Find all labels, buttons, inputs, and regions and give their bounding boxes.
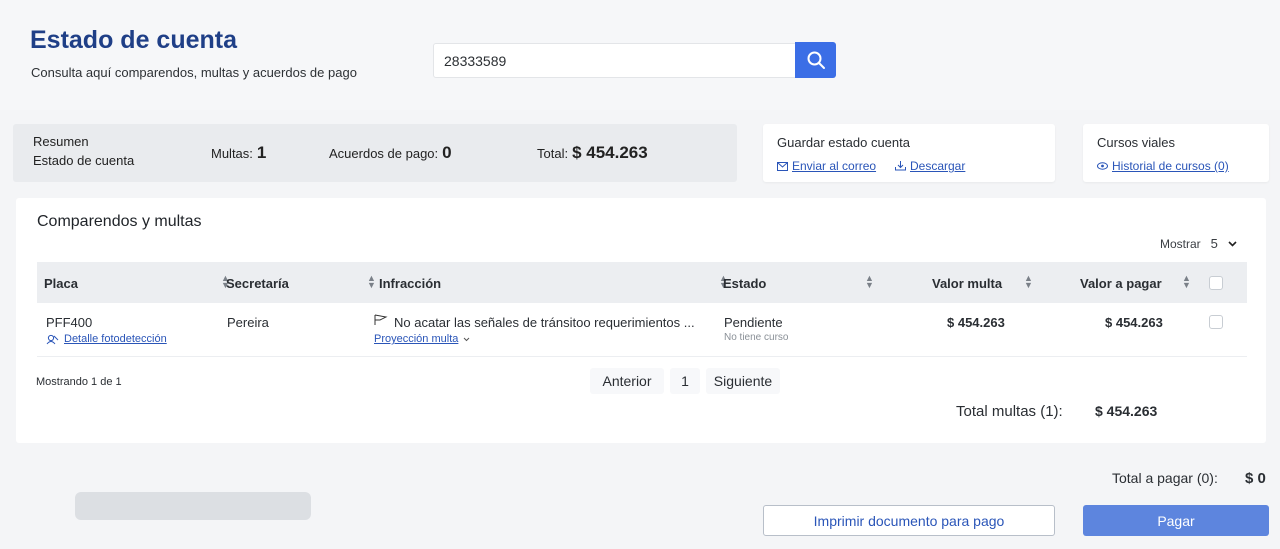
flag-icon: [374, 314, 388, 325]
proyeccion-dropdown[interactable]: Proyección multa: [374, 333, 470, 345]
current-page-button[interactable]: 1: [670, 368, 700, 394]
email-link-row[interactable]: Enviar al correo: [777, 159, 876, 173]
total-label: Total:: [537, 146, 569, 161]
proyeccion-link[interactable]: Proyección multa: [374, 333, 458, 345]
courses-link-row[interactable]: Historial de cursos (0): [1097, 159, 1229, 173]
page-title: Estado de cuenta: [30, 26, 237, 54]
cell-estado-sub: No tiene curso: [724, 332, 789, 343]
next-page-button[interactable]: Siguiente: [706, 368, 780, 394]
multas-value: 1: [256, 143, 267, 162]
chevron-down-icon: [1228, 240, 1237, 247]
summary-panel: Resumen Estado de cuenta Multas: 1 Acuerd…: [13, 124, 737, 182]
row-divider: [37, 356, 1247, 357]
courses-history-link[interactable]: Historial de cursos (0): [1112, 159, 1229, 173]
show-value: 5: [1210, 236, 1218, 251]
cell-secretaria: Pereira: [227, 315, 269, 330]
page-size-select[interactable]: Mostrar 5: [1160, 236, 1237, 251]
sort-secretaria-icon[interactable]: ▲ ▼: [367, 274, 376, 290]
show-label: Mostrar: [1160, 236, 1201, 251]
search-icon: [807, 51, 825, 69]
camera-person-icon: [46, 334, 59, 344]
download-link-row[interactable]: Descargar: [895, 159, 965, 173]
table-header: Placa ▲ ▼ Secretaría ▲ ▼ Infracción ▲ ▼ Est…: [37, 262, 1247, 303]
pay-button[interactable]: Pagar: [1083, 505, 1269, 536]
acuerdos-value: 0: [442, 143, 452, 162]
prev-page-button[interactable]: Anterior: [590, 368, 664, 394]
cell-valor-pagar: $ 454.263: [1105, 315, 1163, 330]
download-link[interactable]: Descargar: [910, 159, 965, 173]
row-checkbox[interactable]: [1209, 315, 1223, 329]
eye-icon: [1097, 162, 1108, 170]
cell-infraccion: No acatar las señales de tránsitoo reque…: [394, 315, 695, 330]
col-placa[interactable]: Placa: [44, 276, 78, 291]
placeholder-bar: [75, 492, 311, 520]
summary-sublabel: Estado de cuenta: [33, 153, 135, 168]
col-secretaria[interactable]: Secretaría: [226, 276, 289, 291]
search-button[interactable]: [795, 42, 836, 78]
search-input[interactable]: [434, 44, 795, 77]
sort-valor-multa-icon[interactable]: ▲ ▼: [1024, 274, 1033, 290]
total-multas-value: $ 454.263: [1095, 403, 1158, 419]
col-valor-multa[interactable]: Valor multa: [932, 276, 1002, 291]
multas-count: Multas: 1: [211, 143, 266, 163]
detalle-link-row[interactable]: Detalle fotodetección: [46, 333, 167, 345]
summary-total: Total: $ 454.263: [537, 143, 648, 163]
courses-title: Cursos viales: [1097, 135, 1176, 150]
acuerdos-count: Acuerdos de pago: 0: [329, 143, 452, 163]
total-pay-label: Total a pagar (0):: [1112, 470, 1218, 486]
search-box: [433, 43, 796, 78]
detalle-link[interactable]: Detalle fotodetección: [64, 333, 167, 345]
save-account-title: Guardar estado cuenta: [777, 135, 910, 150]
showing-count: Mostrando 1 de 1: [36, 376, 122, 388]
summary-label: Resumen: [33, 134, 89, 149]
cell-valor-multa: $ 454.263: [947, 315, 1005, 330]
total-pay-value: $ 0: [1245, 470, 1266, 487]
sort-estado-icon[interactable]: ▲ ▼: [865, 274, 874, 290]
page-subtitle: Consulta aquí comparendos, multas y acue…: [31, 65, 357, 80]
col-valor-pagar[interactable]: Valor a pagar: [1080, 276, 1162, 291]
total-multas-label: Total multas (1):: [956, 403, 1063, 420]
section-title: Comparendos y multas: [37, 213, 202, 230]
cell-estado: Pendiente: [724, 315, 783, 330]
print-button[interactable]: Imprimir documento para pago: [763, 505, 1055, 536]
comparendos-card: Comparendos y multas Mostrar 5 Placa ▲ ▼ …: [16, 198, 1266, 443]
cell-placa: PFF400: [46, 315, 93, 330]
mail-icon: [777, 161, 788, 171]
sort-valor-pagar-icon[interactable]: ▲ ▼: [1182, 274, 1191, 290]
chevron-down-icon: [464, 337, 470, 341]
select-all-checkbox[interactable]: [1209, 276, 1223, 290]
save-account-card: Guardar estado cuenta Enviar al correo D…: [763, 124, 1055, 182]
total-value: $ 454.263: [572, 143, 648, 162]
multas-label: Multas:: [211, 146, 253, 161]
email-link[interactable]: Enviar al correo: [792, 159, 876, 173]
download-icon: [895, 161, 906, 171]
acuerdos-label: Acuerdos de pago:: [329, 146, 439, 161]
col-estado[interactable]: Estado: [723, 276, 766, 291]
col-infraccion[interactable]: Infracción: [379, 276, 441, 291]
courses-card: Cursos viales Historial de cursos (0): [1083, 124, 1269, 182]
